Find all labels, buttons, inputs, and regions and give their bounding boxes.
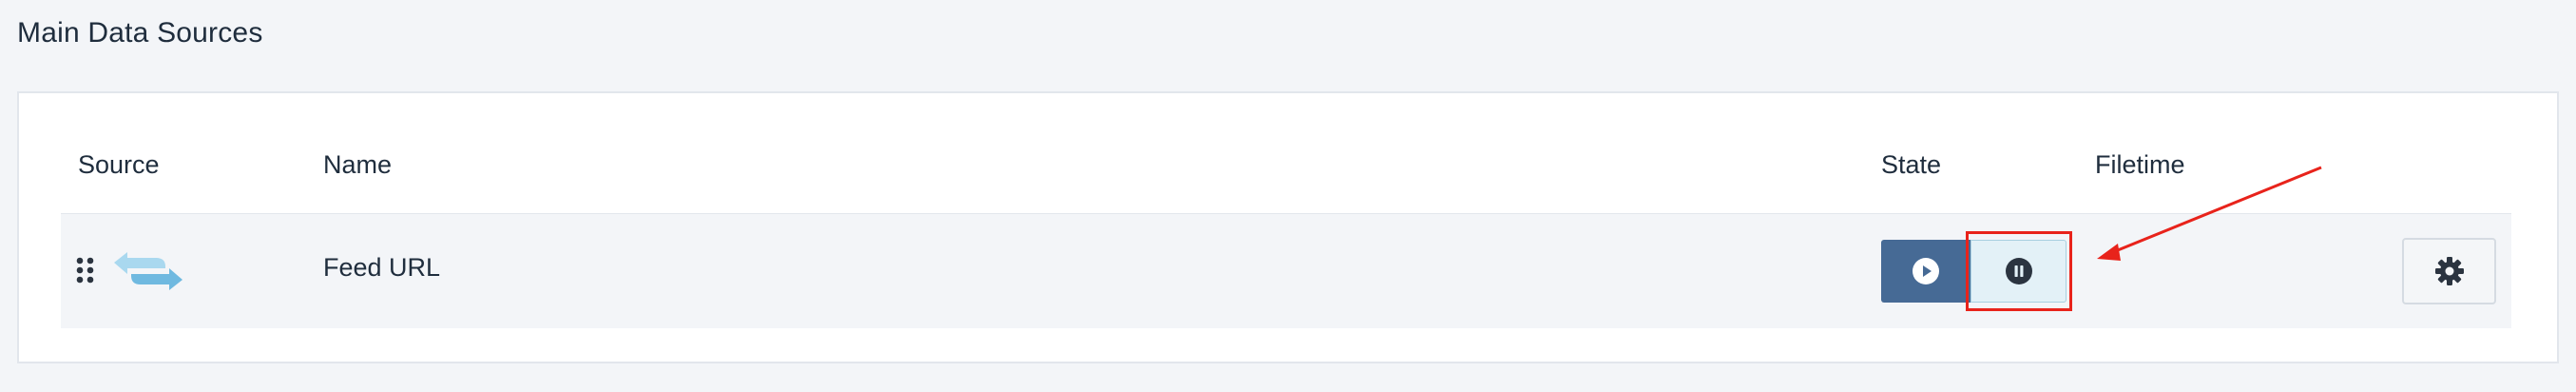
- column-header-source: Source: [78, 150, 160, 179]
- play-icon: [1913, 258, 1939, 284]
- column-header-state: State: [1881, 150, 1942, 179]
- source-name: Feed URL: [323, 253, 441, 282]
- section-title: Main Data Sources: [17, 17, 263, 49]
- settings-button[interactable]: [2402, 238, 2496, 304]
- column-header-name: Name: [323, 150, 393, 179]
- column-header-filetime: Filetime: [2095, 150, 2185, 179]
- pause-button[interactable]: [1970, 240, 2067, 303]
- pause-icon: [2005, 258, 2032, 284]
- drag-handle-icon[interactable]: [76, 257, 95, 284]
- play-button[interactable]: [1881, 240, 1970, 303]
- gear-icon: [2434, 257, 2464, 285]
- exchange-arrows-icon: [112, 249, 184, 298]
